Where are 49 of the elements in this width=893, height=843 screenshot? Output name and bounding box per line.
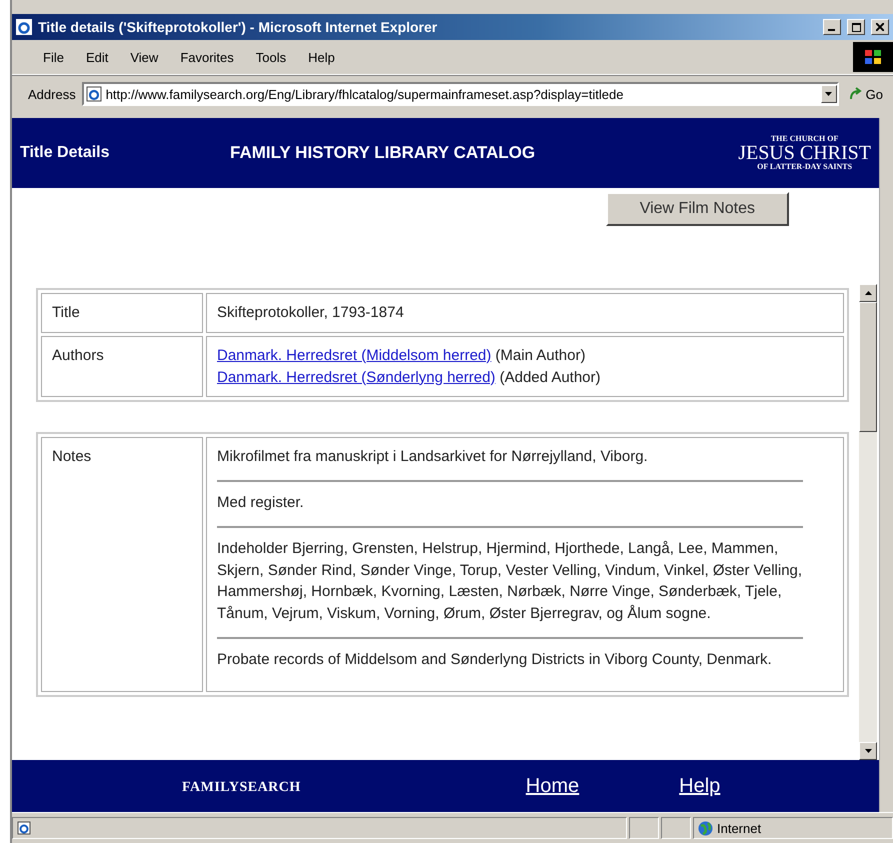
field-label: Notes: [41, 437, 203, 692]
maximize-icon: [852, 22, 860, 32]
catalog-title: FAMILY HISTORY LIBRARY CATALOG: [230, 143, 536, 163]
author-link[interactable]: Danmark. Herredsret (Middelsom herred): [217, 346, 492, 364]
status-pane: [661, 817, 691, 839]
note-text: Med register.: [217, 494, 304, 511]
page-icon: [86, 86, 102, 102]
field-label: Authors: [41, 336, 203, 398]
footer-link[interactable]: Home: [526, 774, 580, 798]
arrow-icon: [848, 87, 863, 101]
zone-label: Internet: [717, 820, 762, 836]
close-icon: [876, 23, 884, 31]
menu-item[interactable]: Edit: [74, 48, 120, 66]
address-label: Address: [28, 86, 76, 102]
page-icon: [17, 821, 31, 835]
scrollbar[interactable]: [879, 118, 893, 812]
church-logo: THE CHURCH OF JESUS CHRIST OF LATTER-DAY SAINTS: [738, 135, 871, 171]
down-arrow-icon: [864, 749, 872, 753]
note-text: Indeholder Bjerring, Grensten, Helstrup, Hjermind, Hjorthede, Langå, Lee, Mammen, Skjern, Sønder Rind, Sønder Vinge, Torup, Vester Velling, Vindum, Vinkel, Øster Velling, Hammershøj, Hornbæk, Kvorning, Læsten, Nørbæk, Nørre Vinge, Sønderbæk, Tjele, Tånum, Vejrum, Viskum, Vorning, Ørum, Øster Bjerregrav, og Ålum sogne.: [217, 540, 802, 622]
minimize-button[interactable]: [823, 19, 841, 35]
window-title: Title details ('Skifteprotokoller') - Microsoft Internet Explorer: [38, 19, 438, 35]
dropdown-button[interactable]: [820, 85, 837, 103]
maximize-button[interactable]: [847, 19, 865, 35]
menu-item[interactable]: Favorites: [169, 48, 245, 66]
view-film-notes-button[interactable]: View Film Notes: [606, 192, 789, 226]
address-field[interactable]: http://www.familysearch.org/Eng/Library/fhlcatalog/supermainframeset.asp?display=titlede: [82, 82, 839, 106]
caret-icon: [825, 92, 832, 96]
field-label: Title: [41, 293, 203, 333]
page-title: Title Details: [20, 144, 111, 162]
status-pane: [629, 817, 659, 839]
scrollbar[interactable]: [859, 284, 877, 760]
author-link[interactable]: Danmark. Herredsret (Sønderlyng herred): [217, 368, 496, 386]
menu-item[interactable]: Tools: [244, 48, 298, 66]
note-text: Probate records of Middelsom and Sønderlyng Districts in Viborg County, Denmark.: [217, 650, 772, 668]
menu-item[interactable]: File: [32, 48, 75, 66]
windows-flag-icon: [853, 42, 893, 72]
up-arrow-icon: [864, 291, 872, 295]
familysearch-logo: FAMILYSEARCH: [182, 779, 301, 796]
globe-icon: [698, 820, 713, 836]
note-text: Mikrofilmet fra manuskript i Landsarkivet for Nørrejylland, Viborg.: [217, 448, 648, 466]
page-icon: [16, 19, 32, 35]
footer-link[interactable]: Help: [679, 774, 720, 798]
author-role: (Added Author): [500, 368, 601, 386]
menu-item[interactable]: Help: [297, 48, 346, 66]
close-button[interactable]: [871, 19, 889, 35]
go-button[interactable]: Go: [844, 86, 887, 102]
menu-item[interactable]: View: [119, 48, 170, 66]
author-role: (Main Author): [495, 346, 586, 364]
field-value: Skifteprotokoller, 1793-1874: [206, 293, 844, 333]
